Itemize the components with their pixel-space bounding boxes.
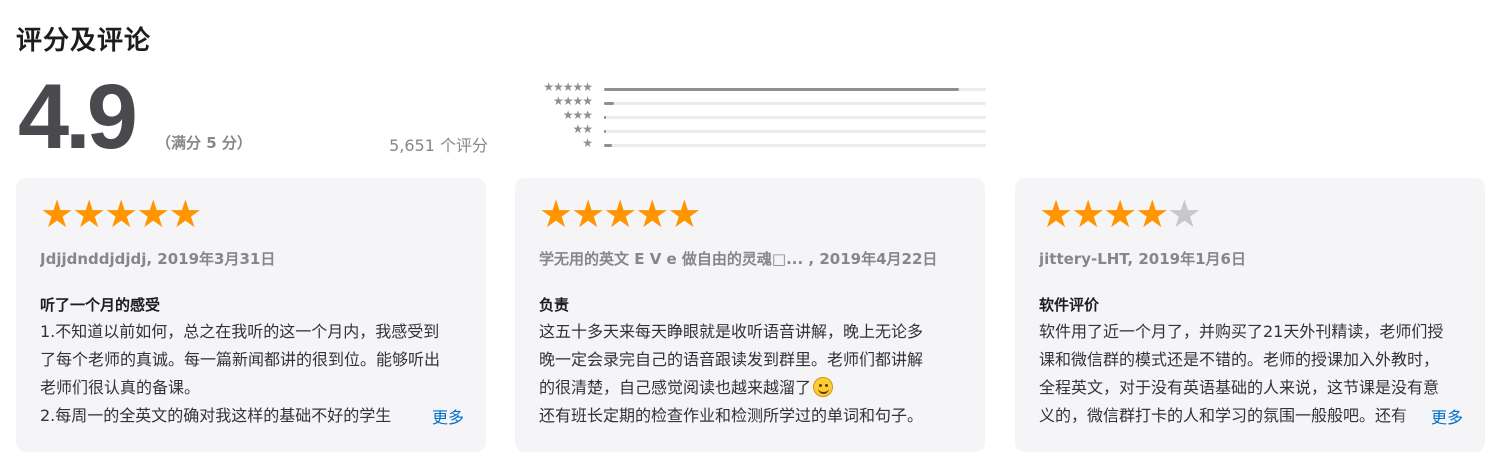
review-line: 还有班长定期的检查作业和检测所学过的单词和句子。	[539, 406, 924, 425]
histogram-stars-4: ★★★★	[552, 94, 593, 108]
star-filled-icon: ★	[1103, 192, 1137, 236]
review-line: 软件用了近一个月了，并购买了21天外刊精读，老师们授	[1039, 322, 1444, 341]
review-line: 的很清楚，自己感觉阅读也越来越溜了	[539, 374, 964, 402]
review-title: 负责	[539, 296, 570, 314]
star-filled-icon: ★	[667, 192, 701, 236]
more-link[interactable]: 更多	[432, 404, 464, 428]
star-empty-icon: ★	[1167, 192, 1201, 236]
star-filled-icon: ★	[603, 192, 637, 236]
histogram-bar-2	[604, 130, 606, 133]
review-body: 这五十多天来每天睁眼就是收听语音讲解，晚上无论多 晚一定会录完自己的语音跟读发到…	[539, 318, 964, 430]
smiley-emoji-icon	[813, 377, 834, 397]
rating-count: 5,651 个评分	[389, 136, 488, 155]
review-card[interactable]: ★★★★★ 学无用的英文 E V e 做自由的灵魂□... , 2019年4月2…	[515, 178, 985, 452]
review-meta: 学无用的英文 E V e 做自由的灵魂□... , 2019年4月22日	[539, 250, 938, 268]
histogram-bar-1	[604, 144, 612, 147]
review-line: 1.不知道以前如何，总之在我听的这一个月内，我感受到	[40, 322, 440, 341]
review-line: 了每个老师的真诚。每一篇新闻都讲的很到位。能够听出	[40, 350, 441, 369]
histogram-track-4	[604, 102, 986, 105]
review-line: 课和微信群的模式还是不错的。老师的授课加入外教时，	[1039, 350, 1440, 369]
histogram-row-2: ★★	[510, 122, 990, 136]
more-link[interactable]: 更多	[1431, 404, 1463, 428]
review-line: 全程英文，对于没有英语基础的人来说，这节课是没有意	[1039, 378, 1440, 397]
histogram-track-3	[604, 116, 986, 119]
star-filled-icon: ★	[168, 192, 202, 236]
star-rating: ★★★★★	[539, 192, 701, 236]
star-filled-icon: ★	[136, 192, 170, 236]
review-meta: jittery-LHT, 2019年1月6日	[1039, 250, 1246, 268]
star-filled-icon: ★	[1039, 192, 1073, 236]
section-title: 评分及评论	[16, 26, 152, 56]
star-filled-icon: ★	[1071, 192, 1105, 236]
average-score: 4.9	[18, 66, 138, 168]
star-filled-icon: ★	[40, 192, 74, 236]
histogram-row-5: ★★★★★	[510, 80, 990, 94]
star-filled-icon: ★	[1135, 192, 1169, 236]
review-line: 这五十多天来每天睁眼就是收听语音讲解，晚上无论多	[539, 322, 924, 341]
histogram-row-4: ★★★★	[510, 94, 990, 108]
histogram-bar-5	[604, 88, 960, 91]
review-meta: Jdjjdnddjdjdj, 2019年3月31日	[40, 250, 276, 268]
score-out-of: （满分 5 分）	[156, 134, 252, 152]
histogram-stars-2: ★★	[572, 122, 592, 136]
star-rating: ★★★★★	[40, 192, 202, 236]
star-filled-icon: ★	[104, 192, 138, 236]
histogram-bar-4	[604, 102, 614, 105]
histogram-track-5	[604, 88, 986, 91]
review-title: 软件评价	[1039, 296, 1100, 314]
review-line: 晚一定会录完自己的语音跟读发到群里。老师们都讲解	[539, 350, 924, 369]
star-filled-icon: ★	[635, 192, 669, 236]
rating-summary: 4.9 （满分 5 分） 5,651 个评分	[18, 66, 488, 168]
rating-histogram: ★★★★★ ★★★★ ★★★ ★★ ★	[510, 80, 990, 150]
histogram-stars-3: ★★★	[562, 108, 593, 122]
histogram-track-2	[604, 130, 986, 133]
star-rating: ★★★★★	[1039, 192, 1201, 236]
star-filled-icon: ★	[539, 192, 573, 236]
histogram-track-1	[604, 144, 986, 147]
histogram-bar-3	[604, 116, 606, 119]
histogram-row-1: ★	[510, 136, 990, 150]
histogram-row-3: ★★★	[510, 108, 990, 122]
review-title: 听了一个月的感受	[40, 296, 161, 314]
review-card[interactable]: ★★★★★ Jdjjdnddjdjdj, 2019年3月31日 听了一个月的感受…	[16, 178, 486, 452]
review-line: 老师们很认真的备课。	[40, 378, 201, 397]
star-filled-icon: ★	[571, 192, 605, 236]
star-filled-icon: ★	[72, 192, 106, 236]
histogram-stars-5: ★★★★★	[543, 80, 593, 94]
more-fade: 更多	[1396, 402, 1463, 430]
more-fade: 更多	[397, 402, 464, 430]
review-line-text: 的很清楚，自己感觉阅读也越来越溜了	[539, 378, 812, 397]
review-card[interactable]: ★★★★★ jittery-LHT, 2019年1月6日 软件评价 软件用了近一…	[1015, 178, 1485, 452]
histogram-stars-1: ★	[582, 136, 593, 150]
